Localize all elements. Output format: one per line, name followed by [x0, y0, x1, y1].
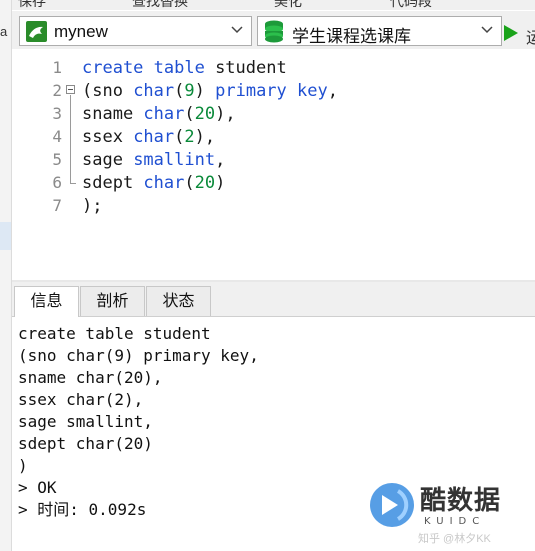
- result-tabs: 信息 剖析 状态: [12, 282, 535, 317]
- watermark: 酷数据 KUIDC 知乎 @林夕KK: [366, 478, 531, 546]
- code-line-2: (sno char(9) primary key,: [82, 80, 338, 103]
- connection-select[interactable]: mynew: [19, 16, 252, 46]
- toolbar-save[interactable]: 保存: [18, 0, 46, 10]
- line-number-gutter: 1 2 3 4 5 6 7: [12, 55, 66, 280]
- output-line: sage smallint,: [18, 412, 153, 431]
- punct: (: [184, 173, 195, 193]
- sql-editor[interactable]: 1 2 3 4 5 6 7 create table student (sno …: [12, 55, 535, 280]
- watermark-credit: 知乎 @林夕KK: [418, 533, 491, 545]
- number: 20: [194, 173, 216, 193]
- code-line-6: sdept char(20): [82, 172, 225, 195]
- tab-info[interactable]: 信息: [14, 286, 79, 317]
- top-toolbar: 保存 查找替换 美化 代码段: [12, 0, 535, 10]
- punct: ,: [327, 81, 338, 101]
- output-line: sname char(20),: [18, 368, 163, 387]
- line-number: 7: [52, 196, 62, 215]
- code-line-5: sage smallint,: [82, 149, 225, 172]
- watermark-brand: 酷数据: [420, 486, 502, 516]
- output-elapsed-time: > 时间: 0.092s: [18, 500, 147, 519]
- keyword: char: [133, 127, 175, 147]
- keyword: char: [133, 81, 175, 101]
- run-button-label[interactable]: 运: [526, 24, 535, 48]
- left-panel-fragment: a: [0, 24, 8, 39]
- code-line-7: );: [82, 195, 102, 218]
- tab-profile[interactable]: 剖析: [80, 286, 145, 316]
- punct: (: [174, 127, 185, 147]
- database-select[interactable]: 学生课程选课库: [257, 16, 502, 46]
- code-text: create table student (sno char(9) primar…: [82, 55, 338, 235]
- database-name: 学生课程选课库: [292, 27, 411, 46]
- code-line-1: create table student: [82, 57, 287, 80]
- code-line-3: sname char(20),: [82, 103, 236, 126]
- punct: ),: [215, 104, 236, 124]
- output-status-ok: > OK: [18, 478, 57, 497]
- fold-guide-end: [70, 183, 76, 184]
- identifier: (sno: [82, 81, 134, 101]
- fold-guide: [70, 95, 71, 183]
- database-icon: [265, 20, 283, 43]
- output-line: create table student: [18, 324, 211, 343]
- toolbar-snippets[interactable]: 代码段: [390, 0, 432, 10]
- identifier: ssex: [82, 127, 134, 147]
- punct: ),: [194, 127, 216, 147]
- punct: ): [194, 81, 216, 101]
- identifier: sname: [82, 104, 144, 124]
- number: 2: [184, 127, 195, 147]
- punct: ): [215, 173, 226, 193]
- tab-status[interactable]: 状态: [146, 286, 211, 316]
- watermark-sub: KUIDC: [424, 516, 486, 527]
- code-line-4: ssex char(2),: [82, 126, 215, 149]
- left-panel-sliver: a: [0, 0, 12, 551]
- keyword: char: [143, 104, 185, 124]
- line-number: 6: [52, 173, 62, 192]
- line-number: 1: [52, 58, 62, 77]
- punct: (: [174, 81, 185, 101]
- keyword: create table: [82, 58, 205, 78]
- left-panel-selected-item[interactable]: [0, 222, 11, 250]
- output-line: sdept char(20): [18, 434, 153, 453]
- run-icon[interactable]: [503, 24, 519, 42]
- line-number: 5: [52, 150, 62, 169]
- output-line: (sno char(9) primary key,: [18, 346, 259, 365]
- identifier: sdept: [82, 173, 144, 193]
- toolbar-beautify[interactable]: 美化: [274, 0, 302, 10]
- toolbar-find-replace[interactable]: 查找替换: [132, 0, 188, 10]
- line-number: 2: [52, 81, 62, 100]
- keyword: smallint: [133, 150, 216, 170]
- punct: ,: [215, 150, 226, 170]
- output-line: ssex char(2),: [18, 390, 144, 409]
- keyword: primary key: [215, 81, 328, 101]
- connection-name: mynew: [54, 22, 108, 41]
- keyword: char: [143, 173, 185, 193]
- punct: );: [82, 196, 103, 216]
- brand-logo-icon: [370, 483, 414, 527]
- number: 9: [184, 81, 195, 101]
- number: 20: [194, 104, 216, 124]
- output-line: ): [18, 456, 28, 475]
- line-number: 3: [52, 104, 62, 123]
- chevron-down-icon: [481, 26, 493, 34]
- fold-toggle-icon[interactable]: [66, 85, 75, 94]
- punct: (: [184, 104, 195, 124]
- dolphin-icon: [26, 21, 47, 42]
- chevron-down-icon: [231, 26, 243, 34]
- identifier: sage: [82, 150, 134, 170]
- line-number: 4: [52, 127, 62, 146]
- identifier: student: [204, 58, 287, 78]
- connection-bar: mynew 学生课程选课库 运: [12, 11, 535, 49]
